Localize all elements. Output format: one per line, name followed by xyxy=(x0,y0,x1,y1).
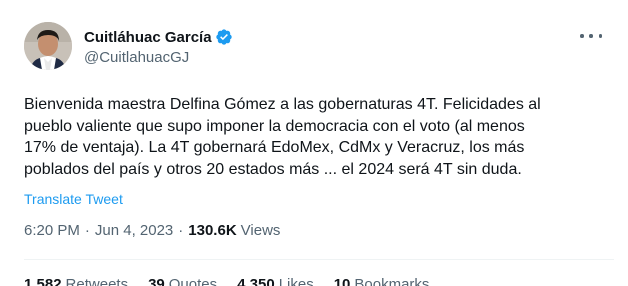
tweet-metadata: 6:20 PM · Jun 4, 2023 · 130.6K Views xyxy=(24,222,280,239)
tweet-card: Cuitláhuac García @CuitlahuacGJ Bienveni… xyxy=(0,0,628,286)
tweet-date[interactable]: Jun 4, 2023 xyxy=(95,222,173,239)
tweet-time[interactable]: 6:20 PM xyxy=(24,222,80,239)
bookmarks-stat[interactable]: 10 Bookmarks xyxy=(334,276,430,286)
quotes-label: Quotes xyxy=(168,276,218,286)
bookmarks-count: 10 xyxy=(333,276,351,286)
author-info: Cuitláhuac García @CuitlahuacGJ xyxy=(84,27,233,66)
engagement-stats: 1,582 Retweets 39 Quotes 4,350 Likes 10 Book… xyxy=(24,276,449,286)
meta-separator: · xyxy=(178,222,184,239)
views-count: 130.6K xyxy=(188,222,237,239)
quotes-stat[interactable]: 39 Quotes xyxy=(148,276,217,286)
tweet-text: Bienvenida maestra Delfina Gómez a las g… xyxy=(24,96,541,178)
divider xyxy=(24,259,614,260)
retweets-stat[interactable]: 1,582 Retweets xyxy=(24,276,128,286)
verified-badge-icon xyxy=(215,28,233,46)
bookmarks-label: Bookmarks xyxy=(354,276,430,286)
display-name[interactable]: Cuitláhuac García xyxy=(84,29,212,46)
quotes-count: 39 xyxy=(148,276,165,286)
likes-count: 4,350 xyxy=(237,276,275,286)
avatar[interactable] xyxy=(24,22,72,70)
views-label: Views xyxy=(240,222,281,239)
name-row: Cuitláhuac García xyxy=(84,27,233,47)
more-options-icon[interactable] xyxy=(580,28,602,44)
likes-stat[interactable]: 4,350 Likes xyxy=(237,276,314,286)
translate-tweet-link[interactable]: Translate Tweet xyxy=(24,191,123,207)
retweets-label: Retweets xyxy=(65,276,129,286)
user-handle[interactable]: @CuitlahuacGJ xyxy=(84,49,233,66)
likes-label: Likes xyxy=(278,276,314,286)
meta-separator: · xyxy=(84,222,90,239)
retweets-count: 1,582 xyxy=(24,276,62,286)
